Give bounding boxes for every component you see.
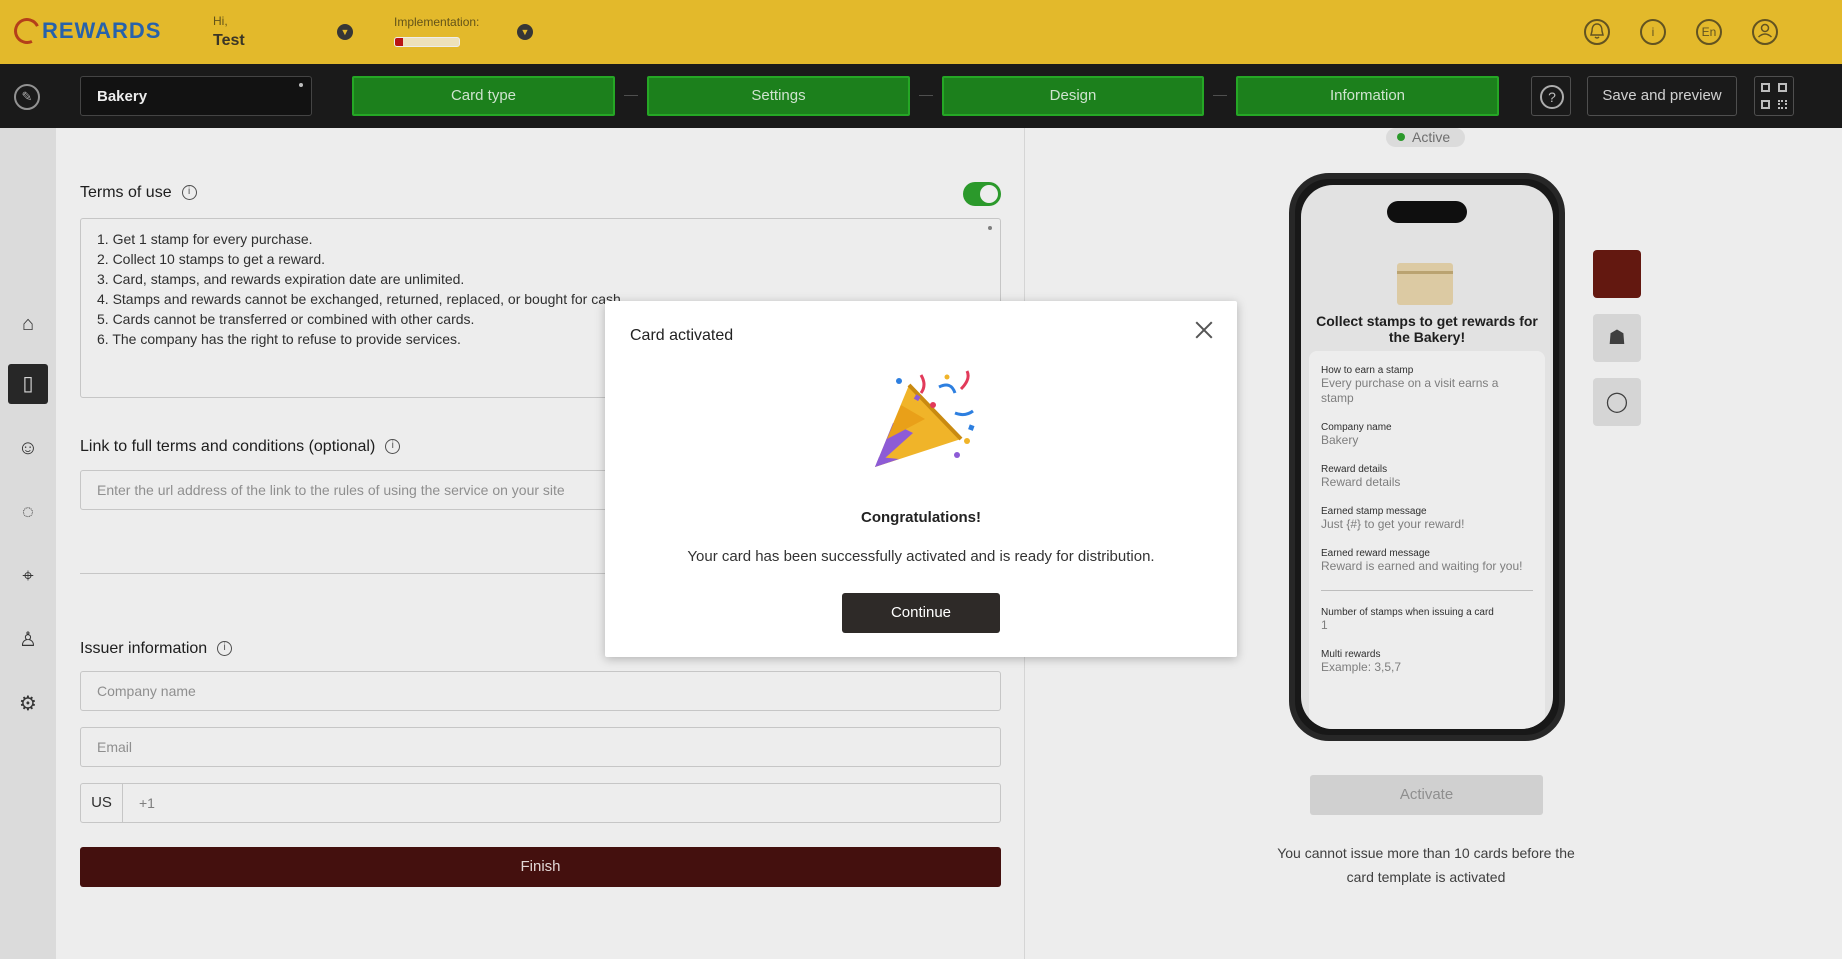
card-activated-dialog: Card activated Congratulations! Your car… [605, 301, 1237, 657]
dialog-title: Card activated [630, 327, 734, 344]
party-popper-icon [875, 370, 975, 467]
dialog-heading: Congratulations! [861, 509, 981, 526]
continue-button[interactable]: Continue [842, 593, 1000, 633]
dialog-message: Your card has been successfully activate… [687, 548, 1155, 565]
close-icon[interactable] [1193, 319, 1215, 341]
